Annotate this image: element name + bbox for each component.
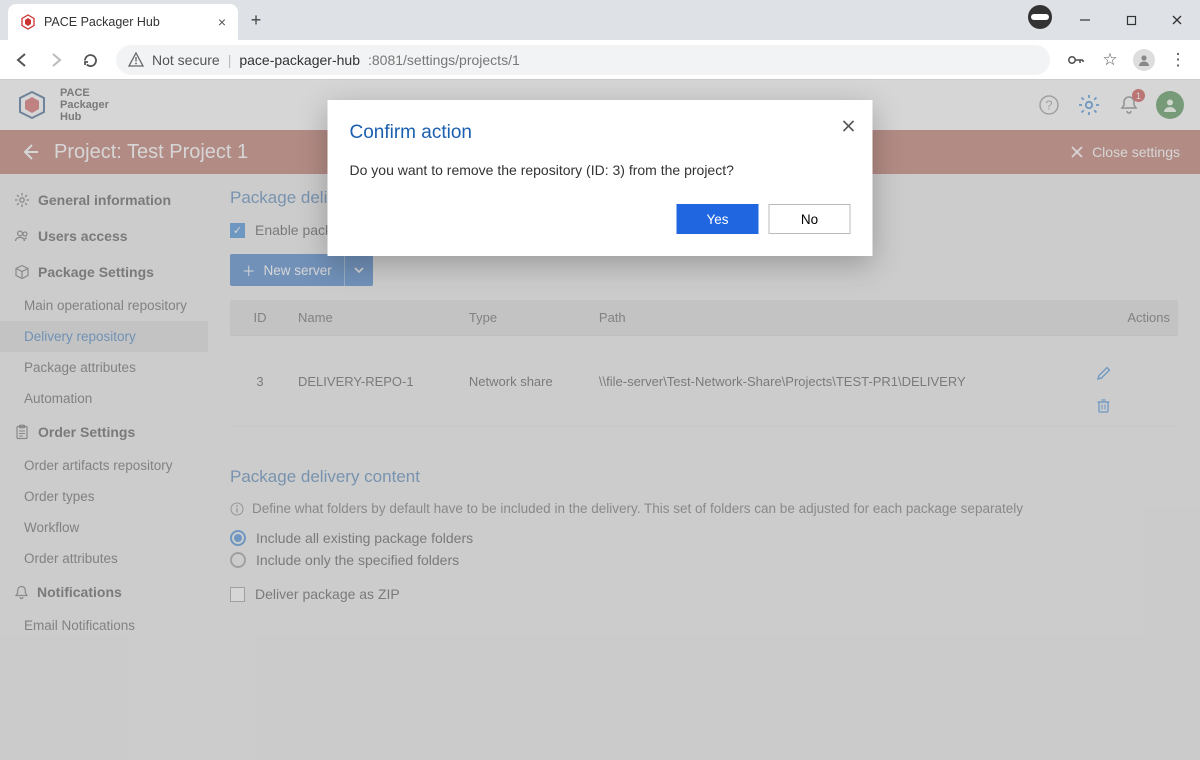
- close-settings-button[interactable]: Close settings: [1070, 144, 1180, 160]
- address-bar[interactable]: Not secure | pace-packager-hub:8081/sett…: [116, 45, 1050, 75]
- cell-path: \\file-server\Test-Network-Share\Project…: [591, 336, 1088, 427]
- modal-body: Do you want to remove the repository (ID…: [350, 162, 851, 178]
- clipboard-icon: [14, 424, 30, 440]
- sidebar-item-order-types[interactable]: Order types: [0, 481, 208, 512]
- plus-icon: ＋: [242, 260, 256, 280]
- modal-close-button[interactable]: [841, 118, 857, 134]
- sidebar-item-workflow[interactable]: Workflow: [0, 512, 208, 543]
- sidebar-item-automation[interactable]: Automation: [0, 383, 208, 414]
- radio-checked-icon: [230, 530, 246, 546]
- favicon-icon: [20, 14, 36, 30]
- bookmark-star-icon[interactable]: ☆: [1096, 46, 1124, 74]
- servers-table: ID Name Type Path Actions 3 DELIVERY-REP…: [230, 300, 1178, 427]
- sidebar-group-notifications[interactable]: Notifications: [0, 574, 208, 610]
- new-server-dropdown[interactable]: [345, 254, 373, 286]
- col-path: Path: [591, 300, 1088, 336]
- product-logo-icon: [16, 89, 48, 121]
- deliver-zip-checkbox[interactable]: Deliver package as ZIP: [230, 586, 1178, 602]
- gear-icon: [14, 192, 30, 208]
- project-back-button[interactable]: [20, 142, 40, 162]
- toolbar: Not secure | pace-packager-hub:8081/sett…: [0, 40, 1200, 80]
- radio-unchecked-icon: [230, 552, 246, 568]
- modal-no-button[interactable]: No: [769, 204, 851, 234]
- product-name: PACE Packager Hub: [60, 87, 109, 123]
- bell-icon: [14, 585, 29, 600]
- main-panel: Package delivery ✓ Enable package delive…: [208, 174, 1200, 760]
- incognito-icon: [1028, 5, 1052, 29]
- browser-tab[interactable]: PACE Packager Hub ×: [8, 4, 238, 40]
- sidebar-item-order-attrs[interactable]: Order attributes: [0, 543, 208, 574]
- nav-reload-button[interactable]: [76, 46, 104, 74]
- profile-button[interactable]: [1130, 46, 1158, 74]
- svg-text:?: ?: [1045, 98, 1052, 113]
- url-path: :8081/settings/projects/1: [368, 52, 520, 68]
- confirm-modal: Confirm action Do you want to remove the…: [328, 100, 873, 256]
- col-actions: Actions: [1088, 300, 1178, 336]
- cell-type: Network share: [461, 336, 591, 427]
- notification-badge: 1: [1132, 89, 1145, 102]
- modal-yes-button[interactable]: Yes: [677, 204, 759, 234]
- not-secure-icon: [128, 52, 144, 68]
- sidebar-group-order[interactable]: Order Settings: [0, 414, 208, 450]
- close-icon: [1070, 145, 1084, 159]
- col-name: Name: [290, 300, 461, 336]
- cell-name: DELIVERY-REPO-1: [290, 336, 461, 427]
- settings-sidebar: General information Users access Package…: [0, 174, 208, 760]
- section-content-title: Package delivery content: [230, 467, 1178, 487]
- package-icon: [14, 264, 30, 280]
- sidebar-group-users[interactable]: Users access: [0, 218, 208, 254]
- project-title: Project: Test Project 1: [54, 141, 248, 164]
- sidebar-group-package[interactable]: Package Settings: [0, 254, 208, 290]
- new-tab-button[interactable]: +: [242, 6, 270, 34]
- window-controls: [1028, 5, 1200, 35]
- cell-id: 3: [230, 336, 290, 427]
- sidebar-item-delivery-repo[interactable]: Delivery repository: [0, 321, 208, 352]
- tab-strip: PACE Packager Hub × +: [0, 0, 1200, 40]
- security-label: Not secure: [152, 52, 220, 68]
- sidebar-group-general[interactable]: General information: [0, 182, 208, 218]
- sidebar-item-package-attrs[interactable]: Package attributes: [0, 352, 208, 383]
- settings-gear-icon[interactable]: [1076, 92, 1102, 118]
- tab-title: PACE Packager Hub: [44, 15, 160, 29]
- modal-title: Confirm action: [350, 122, 851, 144]
- edit-row-icon[interactable]: [1096, 365, 1170, 381]
- window-minimize-button[interactable]: [1062, 5, 1108, 35]
- sidebar-item-email-notif[interactable]: Email Notifications: [0, 610, 208, 641]
- checkbox-empty-icon: [230, 587, 245, 602]
- users-icon: [14, 228, 30, 244]
- password-key-icon[interactable]: [1062, 46, 1090, 74]
- radio-include-all[interactable]: Include all existing package folders: [230, 530, 1178, 546]
- table-row: 3 DELIVERY-REPO-1 Network share \\file-s…: [230, 336, 1178, 427]
- col-type: Type: [461, 300, 591, 336]
- nav-forward-button[interactable]: [42, 46, 70, 74]
- delete-row-icon[interactable]: [1096, 398, 1170, 414]
- chevron-down-icon: [353, 264, 365, 276]
- url-host: pace-packager-hub: [239, 52, 360, 68]
- sidebar-item-main-repo[interactable]: Main operational repository: [0, 290, 208, 321]
- sidebar-item-order-artifacts[interactable]: Order artifacts repository: [0, 450, 208, 481]
- app-root: PACE Packager Hub ? 1 Project: Test Proj…: [0, 80, 1200, 760]
- nav-back-button[interactable]: [8, 46, 36, 74]
- col-id: ID: [230, 300, 290, 336]
- window-close-button[interactable]: [1154, 5, 1200, 35]
- new-server-button[interactable]: ＋New server: [230, 254, 373, 286]
- chrome-menu-button[interactable]: ⋮: [1164, 46, 1192, 74]
- radio-include-specified[interactable]: Include only the specified folders: [230, 552, 1178, 568]
- user-avatar[interactable]: [1156, 91, 1184, 119]
- window-maximize-button[interactable]: [1108, 5, 1154, 35]
- browser-chrome: PACE Packager Hub × + No: [0, 0, 1200, 80]
- notifications-bell-icon[interactable]: 1: [1116, 92, 1142, 118]
- tab-close-icon[interactable]: ×: [218, 14, 226, 30]
- info-icon: [230, 502, 244, 516]
- checkbox-checked-icon: ✓: [230, 223, 245, 238]
- help-icon[interactable]: ?: [1036, 92, 1062, 118]
- content-info-text: Define what folders by default have to b…: [230, 501, 1178, 516]
